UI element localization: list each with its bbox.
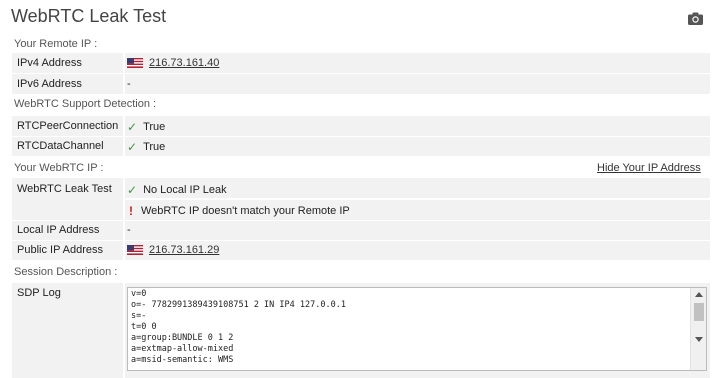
ipv4-label: IPv4 Address [17, 57, 82, 69]
column-divider [123, 241, 125, 260]
leak-test-label: WebRTC Leak Test [17, 183, 112, 195]
page-title: WebRTC Leak Test [11, 6, 167, 26]
public-ip-link[interactable]: 216.73.161.29 [149, 244, 219, 256]
row-divider [125, 198, 710, 200]
mismatch-status: WebRTC IP doesn't match your Remote IP [141, 205, 350, 217]
ipv4-value: 216.73.161.40 [127, 57, 219, 69]
leak-test-status: No Local IP Leak [143, 184, 227, 196]
rtc-channel-label: RTCDataChannel [17, 140, 104, 152]
public-ip-value: 216.73.161.29 [127, 244, 219, 256]
leak-test-row: WebRTC Leak Test ✓ No Local IP Leak ! We… [12, 178, 710, 220]
sdp-log-text: v=0 o=- 7782991389439108751 2 IN IP4 127… [131, 289, 346, 365]
local-ip-row: Local IP Address - [12, 221, 710, 240]
camera-icon[interactable] [688, 12, 703, 25]
local-ip-value: - [127, 224, 131, 236]
rtc-channel-value: ✓ True [127, 140, 165, 154]
check-icon: ✓ [127, 183, 138, 197]
us-flag-icon [127, 245, 143, 255]
rtc-channel-status: True [143, 141, 166, 153]
rtc-peer-label: RTCPeerConnection [17, 120, 119, 132]
check-icon: ✓ [127, 120, 138, 134]
column-divider [123, 221, 125, 240]
scroll-up-icon[interactable] [695, 292, 703, 297]
sdp-scrollbar[interactable] [690, 288, 706, 370]
sdp-label: SDP Log [17, 287, 61, 299]
remote-ip-section-label: Your Remote IP : [14, 38, 98, 50]
column-divider [123, 116, 125, 136]
rtc-peer-status: True [143, 121, 166, 133]
scroll-down-icon[interactable] [695, 337, 703, 342]
ipv6-label: IPv6 Address [17, 78, 82, 90]
webrtc-ip-section-label: Your WebRTC IP : [14, 162, 104, 174]
leak-test-value: ✓ No Local IP Leak [127, 183, 227, 197]
rtc-peer-value: ✓ True [127, 120, 165, 134]
rtc-channel-row: RTCDataChannel ✓ True [12, 137, 710, 156]
sdp-log-textarea[interactable]: v=0 o=- 7782991389439108751 2 IN IP4 127… [127, 287, 707, 371]
ipv4-link[interactable]: 216.73.161.40 [149, 57, 219, 69]
column-divider [123, 74, 125, 94]
exclamation-icon: ! [129, 204, 133, 218]
check-icon: ✓ [127, 140, 138, 154]
mismatch-value: ! WebRTC IP doesn't match your Remote IP [127, 204, 350, 218]
column-divider [123, 137, 125, 156]
rtc-peer-row: RTCPeerConnection ✓ True [12, 116, 710, 136]
ipv6-value: - [127, 78, 131, 90]
column-divider [123, 283, 125, 378]
support-section-label: WebRTC Support Detection : [14, 98, 157, 110]
us-flag-icon [127, 58, 143, 68]
scroll-thumb[interactable] [694, 303, 704, 321]
column-divider [123, 53, 125, 73]
hide-ip-link[interactable]: Hide Your IP Address [597, 162, 701, 174]
public-ip-label: Public IP Address [17, 244, 104, 256]
ipv4-row: IPv4 Address 216.73.161.40 [12, 53, 710, 73]
local-ip-label: Local IP Address [17, 224, 100, 236]
public-ip-row: Public IP Address 216.73.161.29 [12, 241, 710, 260]
ipv6-row: IPv6 Address - [12, 74, 710, 94]
session-section-label: Session Description : [14, 266, 118, 278]
